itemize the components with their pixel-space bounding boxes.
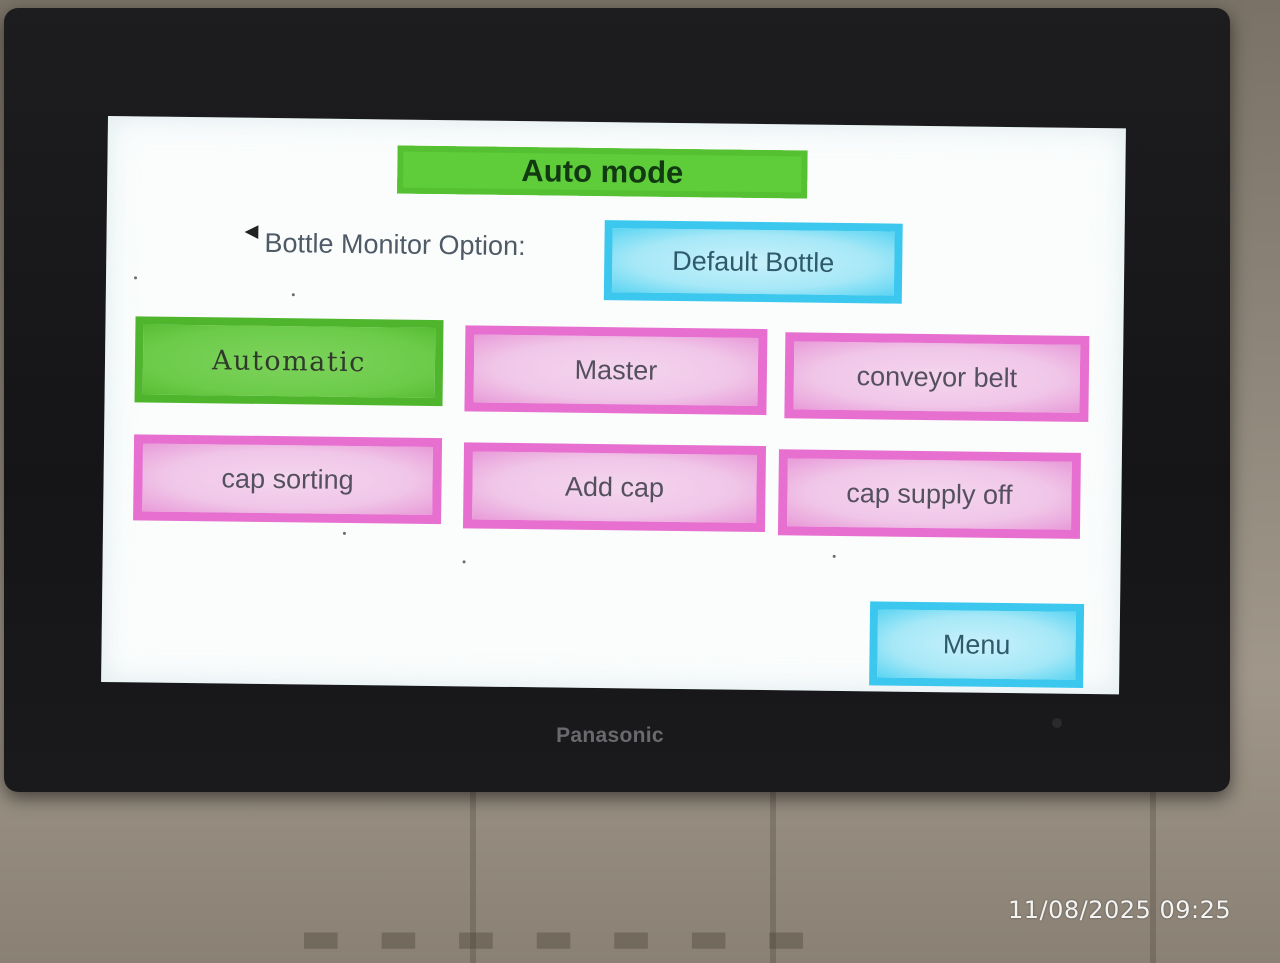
photo-timestamp: 11/08/2025 09:25 — [1008, 896, 1232, 924]
menu-label: Menu — [942, 628, 1011, 660]
default-bottle-button[interactable]: Default Bottle — [603, 220, 903, 304]
menu-button[interactable]: Menu — [869, 601, 1085, 688]
hmi-screen: Auto mode ◀ Bottle Monitor Option: Defau… — [101, 116, 1126, 695]
brand-logo: Panasonic — [556, 724, 664, 747]
cap-sorting-label: cap sorting — [221, 462, 354, 495]
add-cap-button[interactable]: Add cap — [462, 442, 767, 533]
power-led — [1052, 718, 1062, 728]
automatic-label: Automatic — [211, 344, 367, 378]
bottle-monitor-label: Bottle Monitor Option: — [264, 227, 526, 262]
automatic-button[interactable]: Automatic — [134, 316, 444, 407]
screen-speck — [342, 531, 346, 535]
master-button[interactable]: Master — [464, 325, 768, 416]
mode-title-bar: Auto mode — [397, 145, 808, 199]
screen-speck — [134, 276, 138, 280]
cursor-icon: ◀ — [244, 220, 259, 241]
add-cap-label: Add cap — [564, 471, 665, 503]
conveyor-belt-label: conveyor belt — [856, 360, 1018, 393]
cap-sorting-button[interactable]: cap sorting — [133, 434, 443, 525]
master-label: Master — [574, 354, 658, 386]
conveyor-belt-button[interactable]: conveyor belt — [784, 332, 1090, 422]
screen-speck — [832, 554, 836, 558]
screen-speck — [462, 560, 466, 564]
wall-streak — [1150, 780, 1156, 963]
default-bottle-label: Default Bottle — [672, 245, 835, 278]
cap-supply-off-label: cap supply off — [846, 477, 1013, 510]
mode-title: Auto mode — [521, 153, 684, 191]
cap-supply-off-button[interactable]: cap supply off — [777, 449, 1081, 539]
screen-speck — [291, 293, 295, 297]
wall-engraving: ▬▬▬▬▬▬▬ — [300, 912, 844, 963]
